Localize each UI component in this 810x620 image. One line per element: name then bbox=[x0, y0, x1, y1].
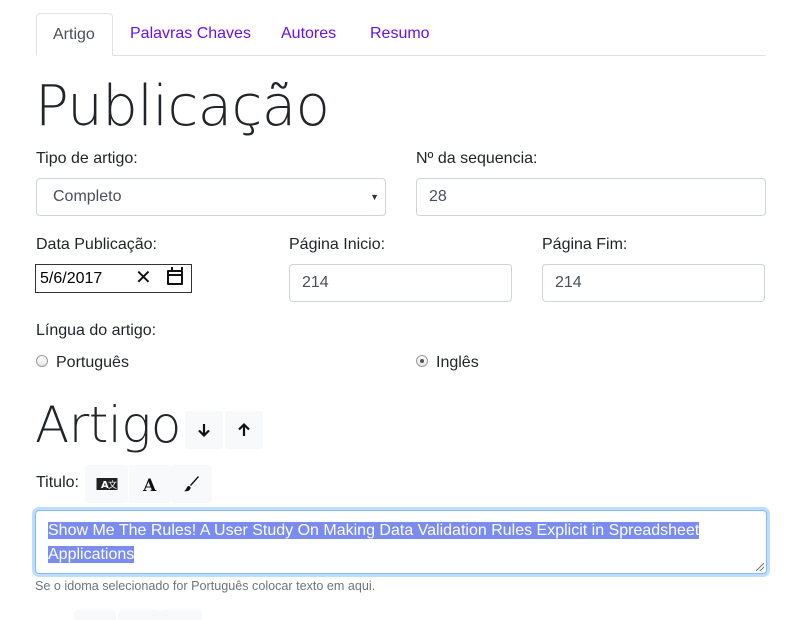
tipo-artigo-value: Completo bbox=[53, 188, 122, 205]
titulo-textarea[interactable]: Show Me The Rules! A User Study On Makin… bbox=[35, 510, 767, 574]
pagina-inicio-input[interactable]: 214 bbox=[289, 264, 512, 302]
titulo-value: Show Me The Rules! A User Study On Makin… bbox=[48, 522, 700, 563]
data-publicacao-input[interactable]: 5/6/2017 ✕ bbox=[35, 264, 192, 293]
pagina-fim-input[interactable]: 214 bbox=[542, 264, 765, 302]
titulo-label: Titulo: bbox=[36, 474, 79, 491]
translate-icon: A 文 bbox=[96, 478, 117, 491]
brush-icon bbox=[183, 476, 199, 492]
data-publicacao-value: 5/6/2017 bbox=[40, 270, 103, 287]
tab-autores[interactable]: Autores bbox=[265, 13, 352, 54]
move-up-button[interactable] bbox=[225, 411, 263, 449]
toolbar-button-partial[interactable] bbox=[160, 610, 202, 620]
clear-icon[interactable]: ✕ bbox=[135, 265, 152, 292]
font-button[interactable]: A bbox=[129, 465, 171, 503]
page-title: Publicação bbox=[35, 74, 330, 139]
radio-portugues[interactable] bbox=[36, 355, 48, 367]
arrow-up-icon bbox=[238, 422, 250, 436]
tab-artigo[interactable]: Artigo bbox=[36, 13, 113, 56]
brush-button[interactable] bbox=[171, 465, 212, 503]
radio-ingles[interactable] bbox=[416, 355, 428, 367]
help-text: Se o idoma selecionado for Português col… bbox=[35, 579, 376, 593]
data-publicacao-label: Data Publicação: bbox=[36, 236, 157, 253]
radio-ingles-label[interactable]: Inglês bbox=[436, 354, 479, 372]
calendar-icon[interactable] bbox=[167, 267, 183, 285]
tipo-artigo-label: Tipo de artigo: bbox=[36, 150, 138, 167]
pagina-fim-value: 214 bbox=[555, 274, 582, 291]
svg-text:文: 文 bbox=[108, 479, 117, 491]
sequencia-value: 28 bbox=[429, 188, 447, 205]
tab-resumo[interactable]: Resumo bbox=[354, 13, 446, 54]
pagina-inicio-value: 214 bbox=[302, 274, 329, 291]
sequencia-input[interactable]: 28 bbox=[416, 178, 766, 216]
font-icon: A bbox=[142, 476, 157, 492]
radio-portugues-label[interactable]: Português bbox=[56, 354, 129, 372]
lingua-label: Língua do artigo: bbox=[36, 322, 157, 339]
pagina-inicio-label: Página Inicio: bbox=[289, 236, 386, 253]
pagina-fim-label: Página Fim: bbox=[542, 236, 628, 253]
toolbar-button-partial[interactable] bbox=[118, 610, 160, 620]
svg-text:A: A bbox=[142, 476, 157, 492]
tab-bar: Artigo Palavras Chaves Autores Resumo bbox=[36, 13, 766, 56]
tipo-artigo-select[interactable]: Completo ▼ bbox=[36, 178, 386, 216]
artigo-title: Artigo bbox=[35, 396, 181, 454]
translate-button[interactable]: A 文 bbox=[85, 465, 128, 503]
chevron-down-icon: ▼ bbox=[370, 192, 379, 202]
resize-grip-icon[interactable] bbox=[756, 563, 764, 571]
sequencia-label: Nº da sequencia: bbox=[416, 150, 538, 167]
arrow-down-icon bbox=[198, 424, 210, 438]
toolbar-button-partial[interactable] bbox=[74, 610, 116, 620]
tab-palavras-chaves[interactable]: Palavras Chaves bbox=[114, 13, 267, 54]
move-down-button[interactable] bbox=[185, 411, 223, 449]
